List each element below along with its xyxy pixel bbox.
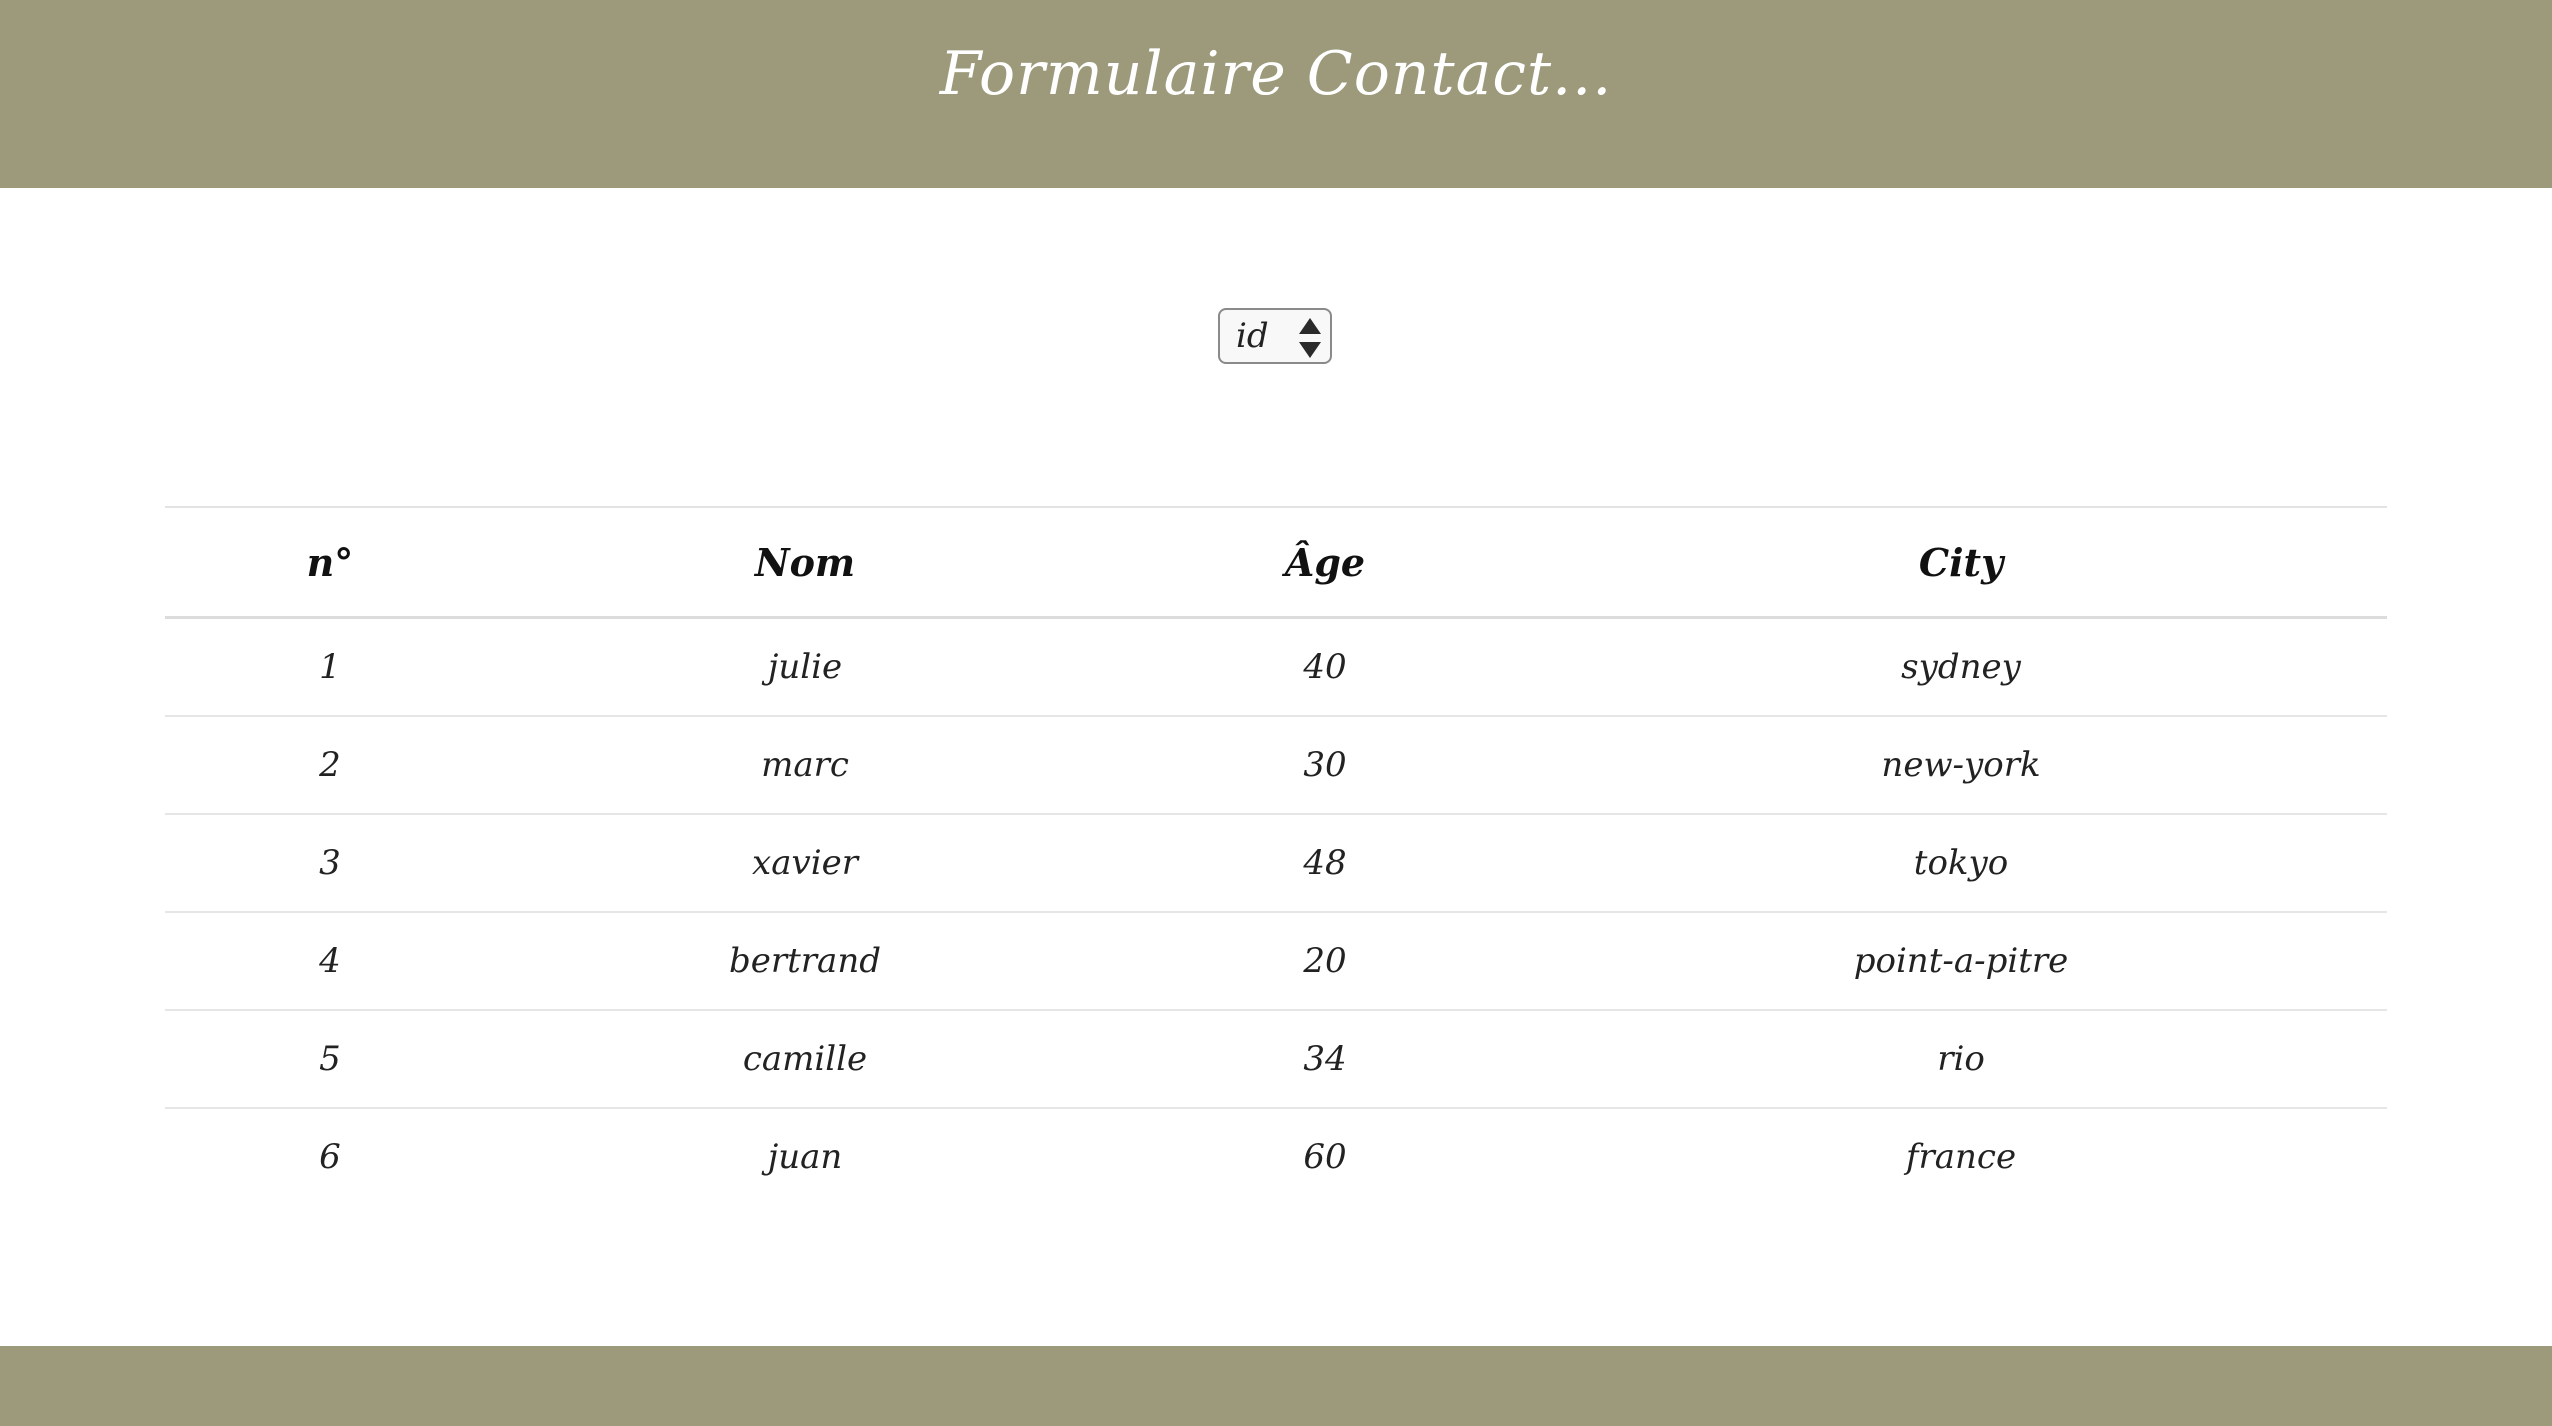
cell-nom: marc — [495, 716, 1115, 815]
page-title: Formulaire Contact... — [939, 39, 1613, 109]
page-footer — [0, 1346, 2552, 1426]
table-row: 4 bertrand 20 point-a-pitre — [165, 912, 2387, 1011]
cell-nom: xavier — [495, 814, 1115, 913]
contacts-table: n° Nom Âge City 1 julie 40 sydney 2 marc… — [165, 506, 2387, 1205]
cell-age: 60 — [1303, 1137, 1347, 1177]
table-row: 3 xavier 48 tokyo — [165, 814, 2387, 913]
cell-age: 34 — [1115, 1010, 1535, 1109]
contacts-table-wrapper: n° Nom Âge City 1 julie 40 sydney 2 marc… — [165, 506, 2387, 1205]
table-row: 6 juan 60 france — [165, 1108, 2387, 1205]
cell-age: 20 — [1115, 912, 1535, 1011]
column-header-age: Âge — [1115, 506, 1535, 619]
cell-number: 1 — [165, 617, 495, 717]
cell-age: 48 — [1115, 814, 1535, 913]
cell-city: sydney — [1535, 617, 2387, 717]
table-header-row: n° Nom Âge City — [165, 506, 2387, 619]
cell-number: 6 — [319, 1137, 341, 1177]
cell-city: point-a-pitre — [1535, 912, 2387, 1011]
cell-number: 3 — [165, 814, 495, 913]
cell-nom: julie — [495, 617, 1115, 717]
up-down-arrows-icon — [1298, 316, 1322, 360]
column-header-number: n° — [165, 506, 495, 619]
sort-select[interactable]: id — [1218, 308, 1332, 364]
cell-age: 40 — [1115, 617, 1535, 717]
cell-nom: bertrand — [495, 912, 1115, 1011]
cell-nom: camille — [495, 1010, 1115, 1109]
cell-number: 4 — [165, 912, 495, 1011]
cell-number: 5 — [165, 1010, 495, 1109]
cell-city: rio — [1535, 1010, 2387, 1109]
column-header-nom: Nom — [495, 506, 1115, 619]
cell-nom: juan — [767, 1137, 843, 1177]
cell-city: france — [1905, 1137, 2017, 1177]
cell-number: 2 — [165, 716, 495, 815]
page-header: Formulaire Contact... — [0, 0, 2552, 188]
cell-city: tokyo — [1535, 814, 2387, 913]
cell-age: 30 — [1115, 716, 1535, 815]
table-row: 5 camille 34 rio — [165, 1010, 2387, 1109]
sort-select-value: id — [1236, 316, 1269, 356]
table-row: 2 marc 30 new-york — [165, 716, 2387, 815]
table-row: 1 julie 40 sydney — [165, 617, 2387, 717]
cell-city: new-york — [1535, 716, 2387, 815]
column-header-city: City — [1535, 506, 2387, 619]
